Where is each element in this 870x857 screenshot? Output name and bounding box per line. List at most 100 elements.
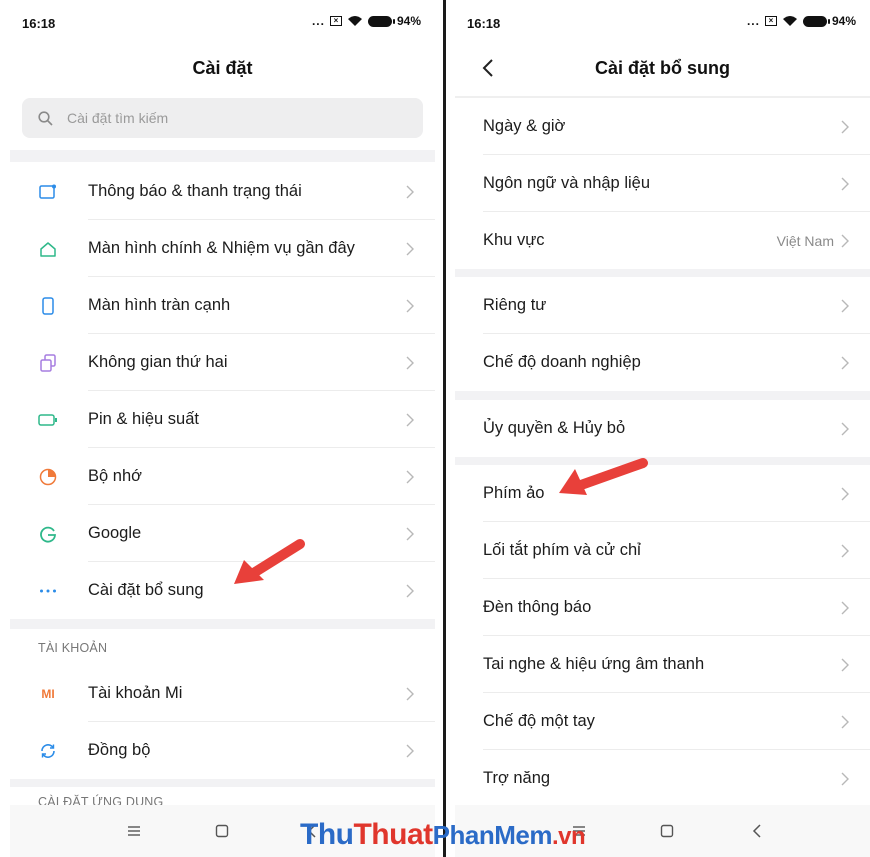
watermark-part: Thu bbox=[300, 818, 354, 851]
chevron-right-icon bbox=[405, 355, 415, 371]
chevron-right-icon bbox=[405, 583, 415, 599]
status-time: 16:18 bbox=[22, 16, 56, 31]
watermark-part: PhanMem bbox=[432, 820, 553, 850]
settings-item-battery[interactable]: Pin & hiệu suất bbox=[10, 391, 435, 448]
storage-icon bbox=[38, 467, 58, 487]
status-bar: 16:18 ... × 94% bbox=[10, 0, 435, 42]
settings-screen: 16:18 ... × 94% Cài đặt Cài đặt tìm kiếm… bbox=[10, 0, 435, 857]
wifi-icon bbox=[782, 16, 797, 26]
settings-item-label: Khu vực bbox=[483, 231, 545, 249]
settings-item-full-screen[interactable]: Màn hình tràn cạnh bbox=[10, 277, 435, 334]
section-gap bbox=[455, 457, 870, 465]
chevron-right-icon bbox=[405, 469, 415, 485]
settings-item-label: Ngôn ngữ và nhập liệu bbox=[483, 174, 650, 192]
status-bar: 16:18 ... × 94% bbox=[455, 0, 870, 42]
chevron-right-icon bbox=[840, 657, 850, 673]
page-title-bar: Cài đặt bổ sung bbox=[455, 50, 870, 86]
battery-icon bbox=[38, 410, 58, 430]
status-icons: ... × 94% bbox=[312, 14, 421, 28]
chevron-right-icon bbox=[840, 771, 850, 787]
red-arrow-annotation bbox=[234, 539, 305, 584]
settings-item-storage[interactable]: Bộ nhớ bbox=[10, 448, 435, 505]
settings-item-language-input[interactable]: Ngôn ngữ và nhập liệu bbox=[455, 155, 870, 212]
chevron-right-icon bbox=[840, 119, 850, 135]
settings-item-label: Google bbox=[88, 524, 142, 542]
settings-item-label: Đèn thông báo bbox=[483, 598, 592, 616]
watermark: ThuThuatPhanMem.vn bbox=[300, 818, 586, 852]
more-notifications-icon: ... bbox=[746, 14, 760, 28]
search-icon bbox=[38, 110, 53, 126]
settings-item-label: Ngày & giờ bbox=[483, 117, 566, 135]
divider bbox=[443, 0, 446, 857]
settings-item-label: Tai nghe & hiệu ứng âm thanh bbox=[483, 655, 705, 673]
chevron-right-icon bbox=[840, 600, 850, 616]
home-nav-button[interactable] bbox=[655, 819, 679, 843]
chevron-right-icon bbox=[840, 176, 850, 192]
notification-icon bbox=[38, 182, 58, 202]
chevron-right-icon bbox=[840, 355, 850, 371]
section-gap bbox=[455, 391, 870, 400]
settings-item-additional-settings[interactable]: Cài đặt bổ sung bbox=[10, 562, 435, 619]
chevron-right-icon bbox=[405, 743, 415, 759]
settings-item-accessibility[interactable]: Trợ năng bbox=[455, 750, 870, 807]
menu-icon bbox=[128, 826, 140, 836]
settings-item-authorization[interactable]: Ủy quyền & Hủy bỏ bbox=[455, 400, 870, 457]
region-value: Việt Nam bbox=[776, 232, 834, 249]
settings-item-date-time[interactable]: Ngày & giờ bbox=[455, 98, 870, 155]
chevron-right-icon bbox=[405, 526, 415, 542]
settings-item-label: Chế độ một tay bbox=[483, 712, 595, 730]
home-square-icon bbox=[215, 824, 229, 838]
settings-item-label: Ủy quyền & Hủy bỏ bbox=[483, 419, 626, 437]
search-placeholder: Cài đặt tìm kiếm bbox=[67, 110, 169, 126]
settings-item-label: Tài khoản Mi bbox=[88, 684, 183, 702]
chevron-right-icon bbox=[840, 233, 850, 249]
search-input[interactable]: Cài đặt tìm kiếm bbox=[22, 98, 423, 138]
chevron-right-icon bbox=[405, 184, 415, 200]
wifi-icon bbox=[347, 16, 362, 26]
settings-item-sync[interactable]: Đồng bộ bbox=[10, 722, 435, 779]
settings-item-headphones-audio[interactable]: Tai nghe & hiệu ứng âm thanh bbox=[455, 636, 870, 693]
watermark-part: Thuat bbox=[353, 818, 433, 851]
phone-icon bbox=[38, 296, 58, 316]
settings-item-google[interactable]: Google bbox=[10, 505, 435, 562]
back-icon bbox=[752, 824, 761, 838]
watermark-part: .vn bbox=[551, 823, 586, 850]
sync-icon bbox=[38, 741, 58, 761]
chevron-right-icon bbox=[840, 543, 850, 559]
menu-nav-button[interactable] bbox=[122, 819, 146, 843]
chevron-right-icon bbox=[405, 241, 415, 257]
settings-item-second-space[interactable]: Không gian thứ hai bbox=[10, 334, 435, 391]
settings-item-label: Cài đặt bổ sung bbox=[88, 581, 204, 599]
settings-item-virtual-keys[interactable]: Phím ảo bbox=[455, 465, 870, 522]
settings-item-notification-light[interactable]: Đèn thông báo bbox=[455, 579, 870, 636]
back-button[interactable] bbox=[473, 50, 503, 86]
status-time: 16:18 bbox=[467, 16, 501, 31]
back-nav-button[interactable] bbox=[745, 819, 769, 843]
mi-icon: MI bbox=[41, 686, 55, 701]
section-gap bbox=[10, 619, 435, 629]
home-nav-button[interactable] bbox=[210, 819, 234, 843]
settings-item-notifications[interactable]: Thông báo & thanh trạng thái bbox=[10, 163, 435, 220]
battery-icon bbox=[802, 15, 830, 27]
section-header-accounts: TÀI KHOẢN bbox=[10, 629, 435, 665]
settings-item-mi-account[interactable]: MI Tài khoản Mi bbox=[10, 665, 435, 722]
settings-item-label: Màn hình chính & Nhiệm vụ gần đây bbox=[88, 239, 355, 257]
settings-item-button-shortcuts[interactable]: Lối tắt phím và cử chỉ bbox=[455, 522, 870, 579]
settings-item-one-handed-mode[interactable]: Chế độ một tay bbox=[455, 693, 870, 750]
chevron-right-icon bbox=[840, 486, 850, 502]
no-sim-icon: × bbox=[329, 16, 342, 26]
settings-item-label: Thông báo & thanh trạng thái bbox=[88, 182, 302, 200]
settings-item-region[interactable]: Khu vực Việt Nam bbox=[455, 212, 870, 269]
chevron-right-icon bbox=[840, 298, 850, 314]
chevron-right-icon bbox=[405, 686, 415, 702]
second-space-icon bbox=[38, 353, 58, 373]
settings-item-privacy[interactable]: Riêng tư bbox=[455, 277, 870, 334]
red-arrow-annotation bbox=[559, 458, 648, 495]
more-notifications-icon: ... bbox=[311, 14, 325, 28]
page-title: Cài đặt bổ sung bbox=[595, 58, 730, 78]
section-gap bbox=[455, 269, 870, 277]
settings-item-enterprise-mode[interactable]: Chế độ doanh nghiệp bbox=[455, 334, 870, 391]
settings-item-label: Chế độ doanh nghiệp bbox=[483, 353, 641, 371]
settings-item-label: Không gian thứ hai bbox=[88, 353, 228, 371]
settings-item-home-screen[interactable]: Màn hình chính & Nhiệm vụ gần đây bbox=[10, 220, 435, 277]
